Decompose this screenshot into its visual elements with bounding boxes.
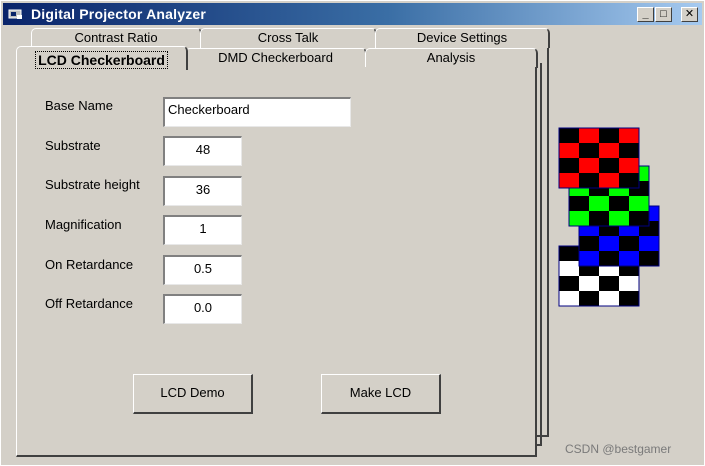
checker-cell-red — [599, 143, 619, 158]
checker-cell-blue — [639, 251, 659, 266]
checker-cell-red — [599, 173, 619, 188]
window-title: Digital Projector Analyzer — [31, 6, 207, 22]
checker-cell-red — [559, 158, 579, 173]
checker-cell-blue — [619, 251, 639, 266]
checker-cell-white — [559, 246, 579, 261]
checker-cell-red — [559, 128, 579, 143]
checker-cell-green — [569, 196, 589, 211]
substrate-height-label: Substrate height — [45, 177, 140, 192]
checker-cell-green — [629, 196, 649, 211]
tab-contrast-ratio[interactable]: Contrast Ratio — [31, 28, 202, 48]
checker-cell-red — [599, 158, 619, 173]
base-name-input[interactable]: Checkerboard — [163, 97, 351, 127]
checker-cell-green — [609, 211, 629, 226]
checker-cell-green — [569, 211, 589, 226]
base-name-label: Base Name — [45, 98, 113, 113]
substrate-width-input[interactable]: 48 — [163, 136, 242, 166]
on-retardance-label: On Retardance — [45, 257, 134, 272]
app-window: Digital Projector Analyzer _ □ ✕ Contras… — [0, 0, 705, 466]
checker-cell-red — [579, 173, 599, 188]
watermark: CSDN @bestgamer — [565, 442, 672, 456]
minimize-button[interactable]: _ — [637, 7, 654, 22]
checker-cell-blue — [639, 236, 659, 251]
checker-cell-green — [629, 211, 649, 226]
checker-cell-blue — [579, 251, 599, 266]
tab-lcd-checkerboard-label: LCD Checkerboard — [35, 51, 168, 69]
checker-cell-red — [619, 173, 639, 188]
off-retardance-label: Off Retardance — [45, 296, 133, 311]
checker-cell-white — [599, 276, 619, 291]
substrate-height-input[interactable]: 36 — [163, 176, 242, 206]
checker-cell-red — [579, 128, 599, 143]
make-lcd-button[interactable]: Make LCD — [321, 374, 441, 414]
checker-cell-red — [619, 158, 639, 173]
checker-cell-red — [619, 128, 639, 143]
checker-cell-white — [599, 291, 619, 306]
magnification-label: Magnification — [45, 217, 122, 232]
magnification-input[interactable]: 1 — [163, 215, 242, 245]
checker-cell-white — [559, 291, 579, 306]
checker-cell-red — [599, 128, 619, 143]
checker-cell-red — [579, 158, 599, 173]
tab-cross-talk[interactable]: Cross Talk — [200, 28, 377, 48]
lcd-demo-button[interactable]: LCD Demo — [133, 374, 253, 414]
close-button[interactable]: ✕ — [681, 7, 698, 22]
checker-cell-green — [589, 211, 609, 226]
tab-lcd-checkerboard[interactable]: LCD Checkerboard — [16, 46, 188, 70]
checkerboard-red — [558, 127, 640, 189]
checker-cell-green — [609, 196, 629, 211]
checker-cell-white — [579, 291, 599, 306]
app-icon — [8, 9, 22, 19]
checker-cell-white — [559, 261, 579, 276]
checker-cell-blue — [599, 251, 619, 266]
checker-cell-white — [579, 276, 599, 291]
substrate-width-label: Substrate — [45, 138, 101, 153]
checker-cell-red — [559, 173, 579, 188]
checker-cell-red — [559, 143, 579, 158]
checker-cell-blue — [599, 236, 619, 251]
checker-cell-red — [579, 143, 599, 158]
checker-cell-white — [619, 276, 639, 291]
maximize-button[interactable]: □ — [655, 7, 672, 22]
title-bar[interactable]: Digital Projector Analyzer _ □ ✕ — [3, 3, 702, 25]
checker-cell-blue — [619, 236, 639, 251]
checker-cell-white — [559, 276, 579, 291]
on-retardance-input[interactable]: 0.5 — [163, 255, 242, 285]
checker-cell-green — [589, 196, 609, 211]
checker-cell-blue — [579, 236, 599, 251]
tab-analysis[interactable]: Analysis — [365, 48, 538, 68]
checker-cell-white — [619, 291, 639, 306]
checker-cell-red — [619, 143, 639, 158]
tab-dmd-checkerboard[interactable]: DMD Checkerboard — [185, 48, 367, 68]
checkerboard-preview — [558, 127, 660, 307]
off-retardance-input[interactable]: 0.0 — [163, 294, 242, 324]
tab-device-settings[interactable]: Device Settings — [375, 28, 550, 48]
